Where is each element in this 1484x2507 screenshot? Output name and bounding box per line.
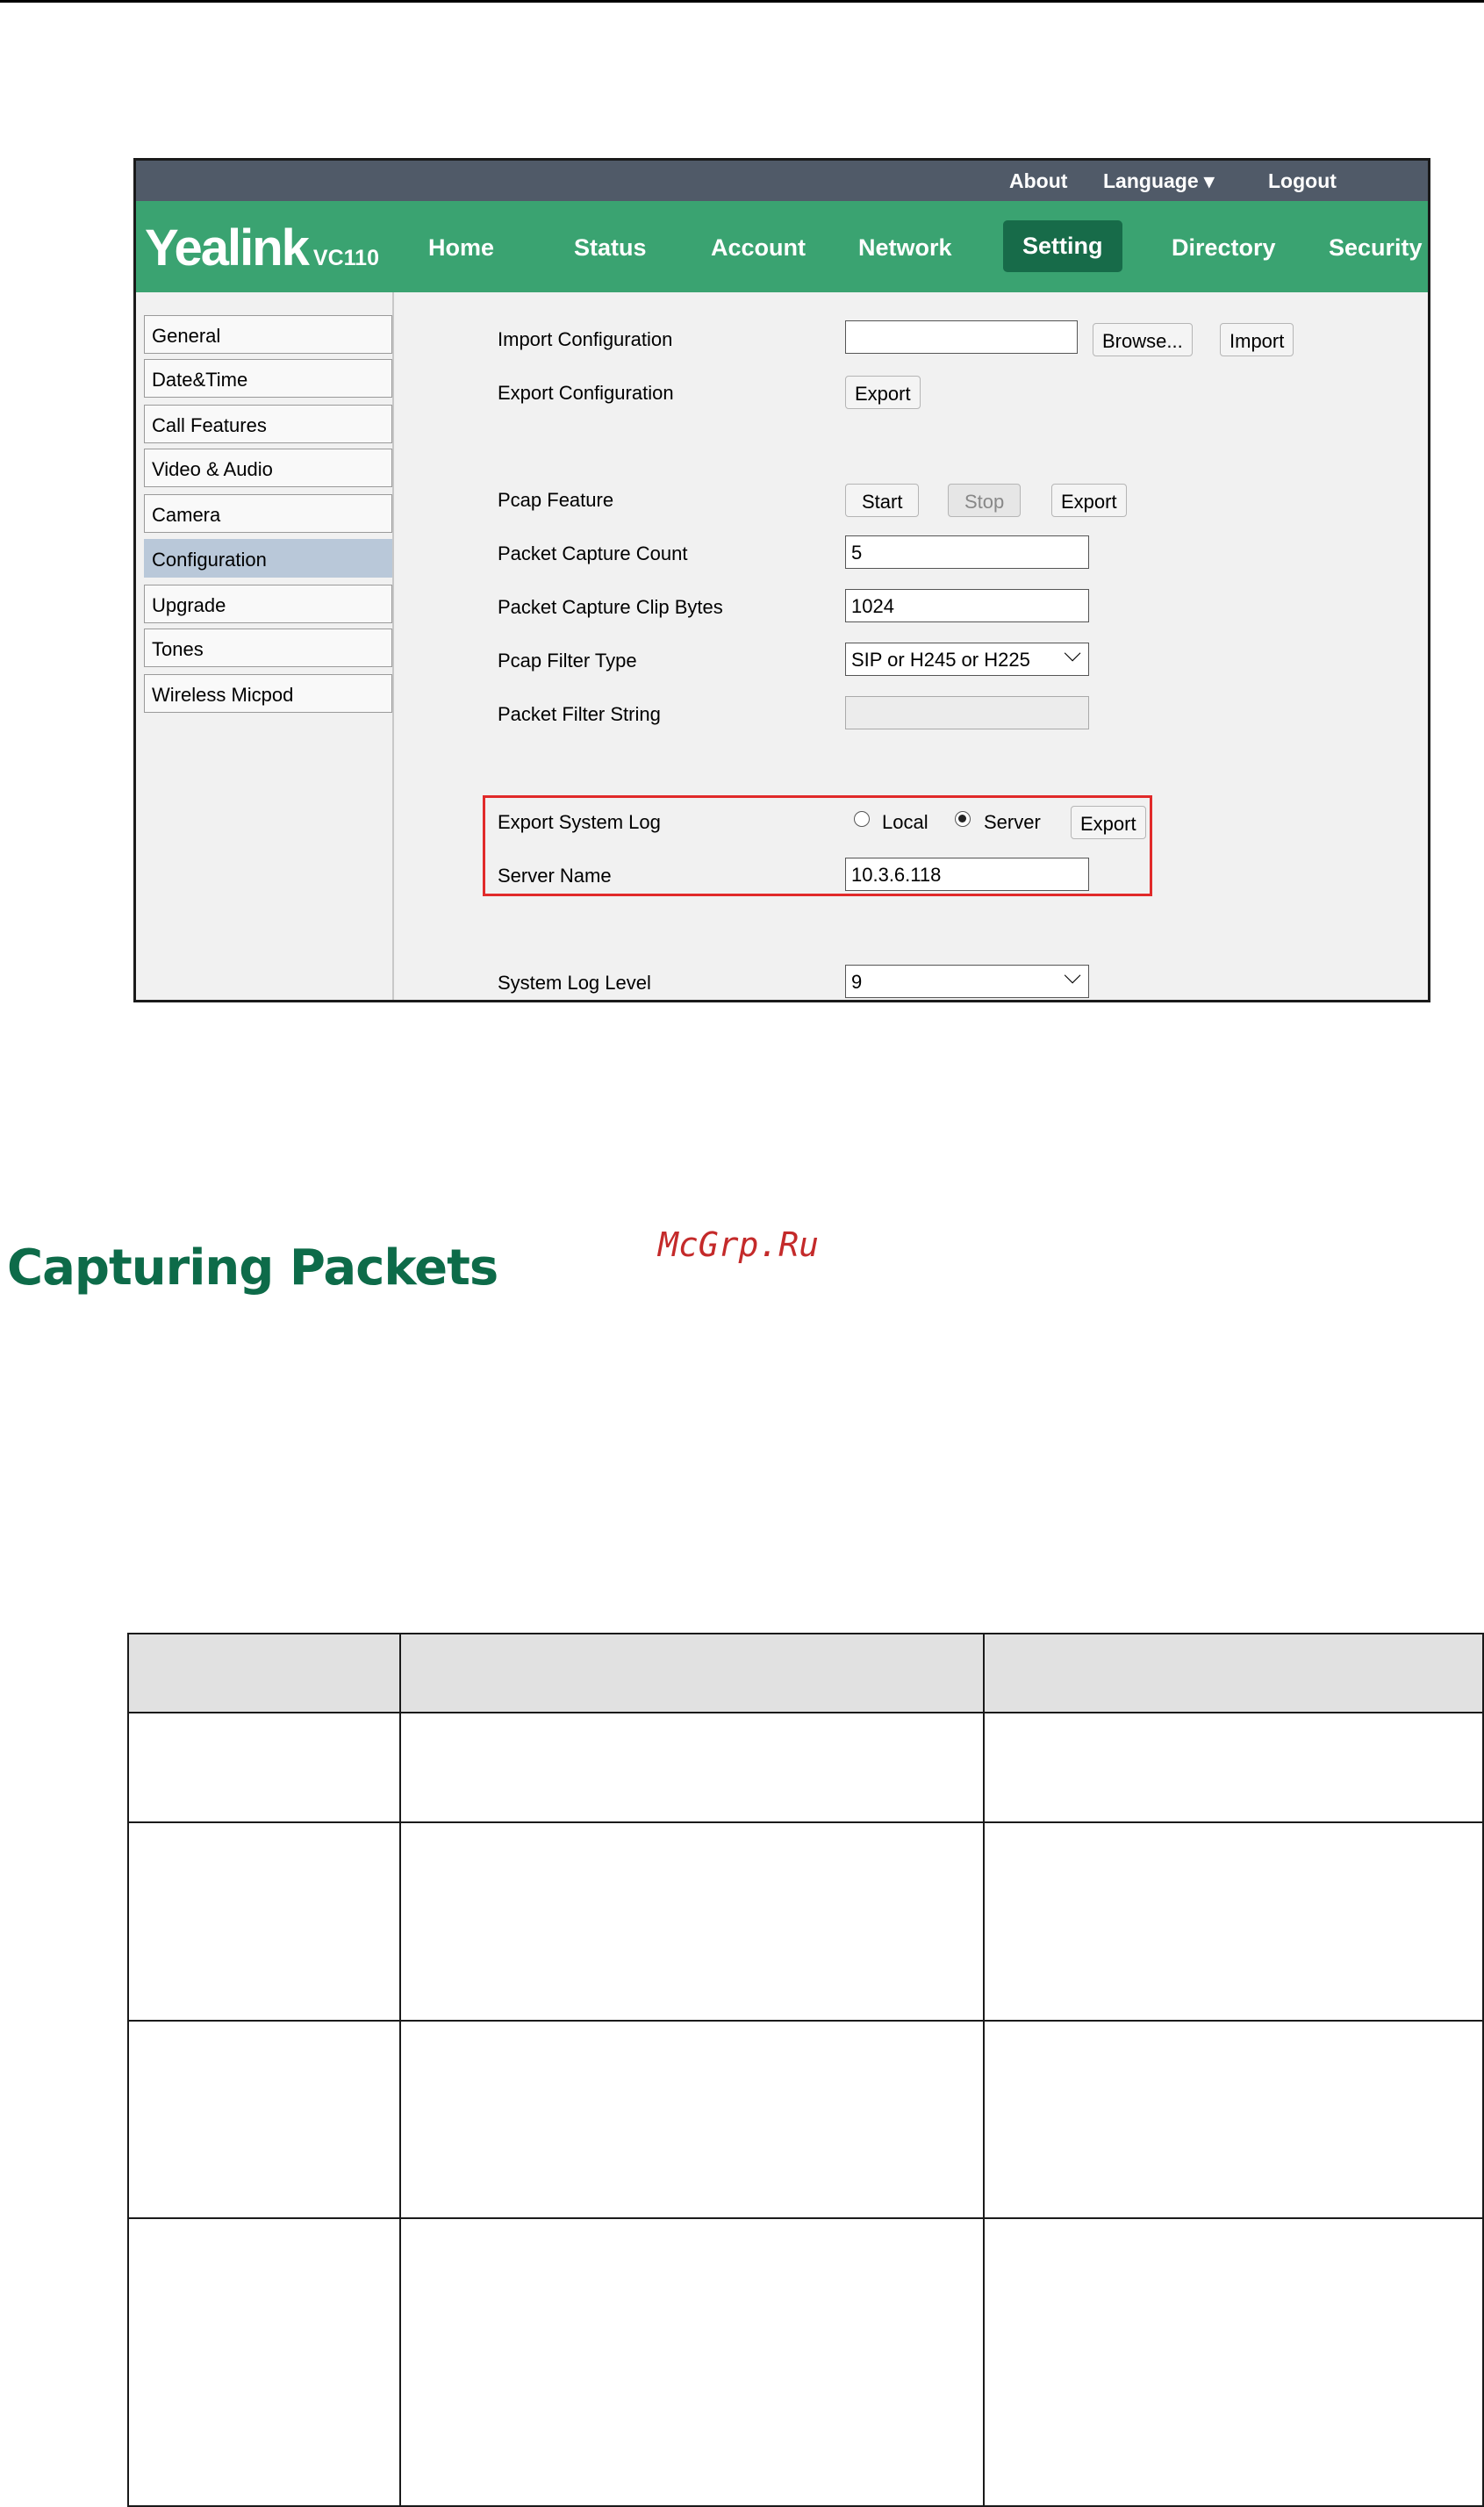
pcap-feature-label: Pcap Feature <box>498 489 614 511</box>
nav-bar: Yealink VC110 Home Status Account Network… <box>136 201 1428 292</box>
table-cell <box>399 2020 985 2219</box>
sidebar-item-wireless-micpod[interactable]: Wireless Micpod <box>144 674 392 713</box>
watermark: McGrp.Ru <box>658 1225 820 1264</box>
syslog-export-button[interactable]: Export <box>1071 806 1146 839</box>
clip-bytes-input[interactable]: 1024 <box>845 589 1089 622</box>
log-level-label: System Log Level <box>498 972 651 994</box>
sidebar-item-video-audio[interactable]: Video & Audio <box>144 449 392 487</box>
filter-type-select[interactable]: SIP or H245 or H225 <box>845 640 1089 676</box>
web-ui-screenshot: About Language ▾ Logout Yealink VC110 Hom… <box>133 158 1430 1002</box>
table-cell <box>399 2217 985 2507</box>
nav-status[interactable]: Status <box>574 234 647 262</box>
server-name-label: Server Name <box>498 865 612 887</box>
export-config-label: Export Configuration <box>498 382 674 404</box>
export-syslog-label: Export System Log <box>498 811 661 833</box>
pcap-start-button[interactable]: Start <box>845 484 920 517</box>
table-cell <box>127 2020 401 2219</box>
sidebar-item-datetime[interactable]: Date&Time <box>144 359 392 398</box>
nav-home[interactable]: Home <box>428 234 494 262</box>
sidebar-divider <box>392 292 394 1000</box>
table-cell <box>399 1821 985 2022</box>
table-cell <box>983 1712 1484 1823</box>
table-cell <box>983 2020 1484 2219</box>
capture-count-label: Packet Capture Count <box>498 542 688 564</box>
sidebar-item-configuration[interactable]: Configuration <box>144 539 392 578</box>
table-cell <box>983 1821 1484 2022</box>
clip-bytes-label: Packet Capture Clip Bytes <box>498 596 723 618</box>
table-header-cell <box>399 1633 985 1713</box>
top-rule <box>0 0 1484 3</box>
nav-account[interactable]: Account <box>711 234 806 262</box>
filter-string-input <box>845 696 1089 729</box>
server-radio[interactable] <box>955 811 971 827</box>
table-cell <box>127 1821 401 2022</box>
pcap-stop-button[interactable]: Stop <box>948 484 1022 517</box>
yealink-logo: Yealink VC110 <box>145 219 379 277</box>
import-file-input[interactable] <box>845 320 1078 354</box>
table-cell <box>399 1712 985 1823</box>
import-button[interactable]: Import <box>1220 323 1294 356</box>
table-header-cell <box>127 1633 401 1713</box>
top-bar: About Language ▾ Logout <box>136 161 1428 201</box>
about-link[interactable]: About <box>1009 169 1067 193</box>
section-heading: Capturing Packets <box>7 1239 498 1297</box>
table-cell <box>127 2217 401 2507</box>
nav-security[interactable]: Security <box>1329 234 1423 262</box>
export-config-button[interactable]: Export <box>845 376 921 409</box>
language-menu[interactable]: Language ▾ <box>1103 169 1215 193</box>
logout-link[interactable]: Logout <box>1268 169 1337 193</box>
nav-network[interactable]: Network <box>858 234 952 262</box>
nav-directory[interactable]: Directory <box>1172 234 1276 262</box>
filter-type-label: Pcap Filter Type <box>498 650 637 672</box>
filter-string-label: Packet Filter String <box>498 703 661 725</box>
capture-count-input[interactable]: 5 <box>845 535 1089 569</box>
table-cell <box>983 2217 1484 2507</box>
pcap-export-button[interactable]: Export <box>1051 484 1127 517</box>
server-radio-label: Server <box>984 811 1041 833</box>
server-name-input[interactable]: 10.3.6.118 <box>845 858 1089 891</box>
table-cell <box>127 1712 401 1823</box>
sidebar-item-camera[interactable]: Camera <box>144 494 392 533</box>
local-radio[interactable] <box>854 811 870 827</box>
sidebar-item-upgrade[interactable]: Upgrade <box>144 585 392 623</box>
sidebar-item-general[interactable]: General <box>144 315 392 354</box>
sidebar-item-call-features[interactable]: Call Features <box>144 405 392 443</box>
local-radio-label: Local <box>882 811 928 833</box>
log-level-select[interactable]: 9 <box>845 962 1089 998</box>
table-header-cell <box>983 1633 1484 1713</box>
nav-setting[interactable]: Setting <box>1003 220 1122 272</box>
import-config-label: Import Configuration <box>498 328 673 350</box>
browse-button[interactable]: Browse... <box>1093 323 1193 356</box>
sidebar-item-tones[interactable]: Tones <box>144 629 392 667</box>
